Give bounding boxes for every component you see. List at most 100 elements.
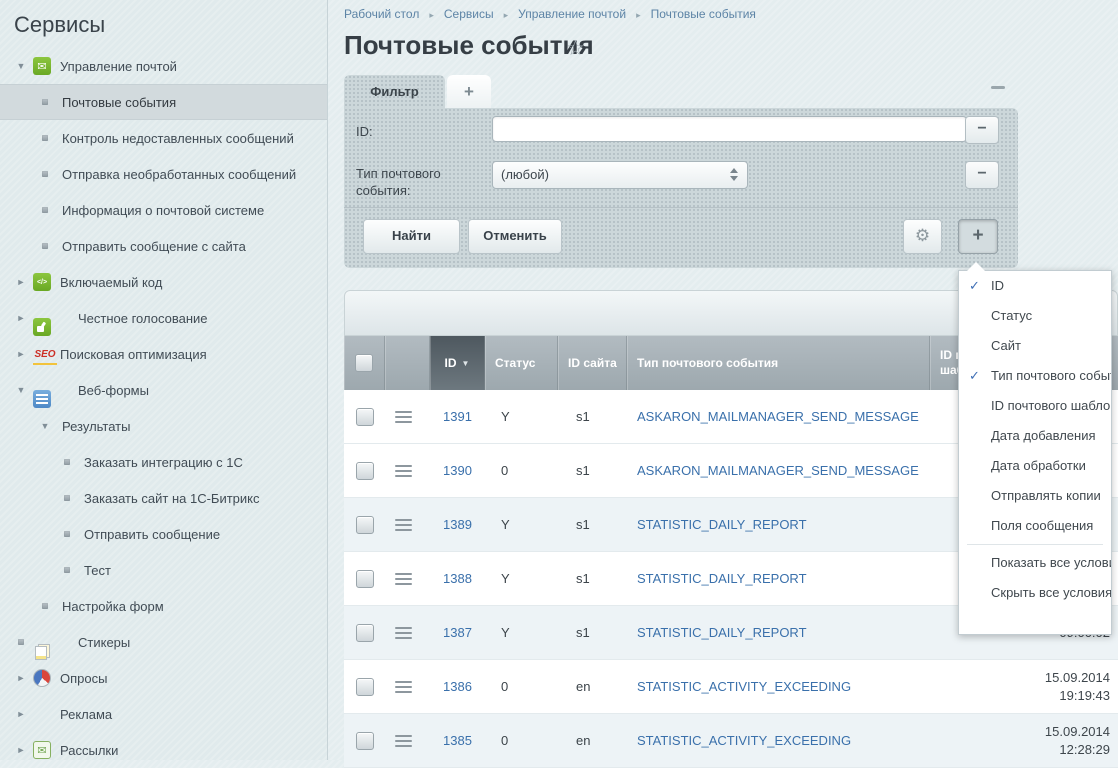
row-checkbox[interactable] — [356, 624, 374, 642]
sidebar-item[interactable]: ▼✉Управление почтой — [0, 48, 327, 84]
dropdown-action-item[interactable]: Показать все условия — [959, 548, 1111, 578]
row-checkbox[interactable] — [356, 678, 374, 696]
row-actions-menu-icon[interactable] — [395, 627, 412, 639]
header-status[interactable]: Статус — [485, 336, 558, 390]
event-id-link[interactable]: 1390 — [443, 463, 472, 478]
sidebar-item[interactable]: Отправить сообщение — [0, 516, 327, 552]
row-actions-menu-icon[interactable] — [395, 573, 412, 585]
sort-desc-icon: ▼ — [462, 359, 470, 368]
sidebar-item[interactable]: ▼Результаты — [0, 408, 327, 444]
dropdown-field-item[interactable]: Сайт — [959, 331, 1111, 361]
flag-icon — [33, 705, 51, 723]
sidebar-item[interactable]: Отправка необработанных сообщений — [0, 156, 327, 192]
expand-arrow-icon[interactable]: ► — [16, 673, 26, 683]
sidebar-item[interactable]: ►SEOПоисковая оптимизация — [0, 336, 327, 372]
event-type-link[interactable]: ASKARON_MAILMANAGER_SEND_MESSAGE — [637, 463, 919, 478]
minimize-filter-icon[interactable] — [991, 86, 1005, 89]
event-id-link[interactable]: 1388 — [443, 571, 472, 586]
dropdown-field-item[interactable]: ✓ Тип почтового события — [959, 361, 1111, 391]
breadcrumb-link[interactable]: Сервисы — [444, 7, 494, 21]
row-checkbox-cell — [344, 660, 385, 713]
dropdown-field-item[interactable]: ✓ID — [959, 271, 1111, 301]
event-type-link[interactable]: STATISTIC_ACTIVITY_EXCEEDING — [637, 733, 851, 748]
cancel-button[interactable]: Отменить — [468, 219, 562, 254]
remove-id-condition-button[interactable]: − — [965, 116, 999, 144]
sidebar-item[interactable]: Настройка форм — [0, 588, 327, 624]
favorite-star-icon[interactable]: ☆ — [566, 36, 585, 61]
header-site-id[interactable]: ID сайта — [558, 336, 627, 390]
dropdown-action-item[interactable]: Скрыть все условия — [959, 578, 1111, 608]
breadcrumb-link[interactable]: Почтовые события — [651, 7, 756, 21]
dropdown-field-item[interactable]: ID почтового шаблона — [959, 391, 1111, 421]
dropdown-field-item[interactable]: Поля сообщения — [959, 511, 1111, 541]
event-type-link[interactable]: STATISTIC_DAILY_REPORT — [637, 625, 807, 640]
row-checkbox[interactable] — [356, 408, 374, 426]
sidebar-item[interactable]: Стикеры — [0, 624, 327, 660]
sidebar-item[interactable]: Контроль недоставленных сообщений — [0, 120, 327, 156]
expand-arrow-icon[interactable]: ► — [16, 313, 26, 323]
breadcrumb-link[interactable]: Управление почтой — [518, 7, 626, 21]
event-type-select[interactable]: (любой) — [492, 161, 748, 189]
dropdown-field-item[interactable]: Статус — [959, 301, 1111, 331]
form-icon — [33, 390, 51, 408]
sidebar-item[interactable]: ▼Веб-формы — [0, 372, 327, 408]
row-actions-menu-icon[interactable] — [395, 465, 412, 477]
id-field-input[interactable] — [492, 116, 967, 142]
event-type-link[interactable]: STATISTIC_ACTIVITY_EXCEEDING — [637, 679, 851, 694]
breadcrumb-link[interactable]: Рабочий стол — [344, 7, 419, 21]
sidebar-item[interactable]: Заказать сайт на 1С-Битрикс — [0, 480, 327, 516]
sidebar-item[interactable]: ►Реклама — [0, 696, 327, 732]
sidebar-item[interactable]: ►Опросы — [0, 660, 327, 696]
row-actions-menu-icon[interactable] — [395, 735, 412, 747]
add-filter-tab[interactable]: + — [447, 75, 491, 108]
row-actions-menu-icon[interactable] — [395, 519, 412, 531]
collapse-arrow-icon[interactable]: ▼ — [16, 385, 26, 395]
event-type-link[interactable]: STATISTIC_DAILY_REPORT — [637, 571, 807, 586]
event-id-link[interactable]: 1389 — [443, 517, 472, 532]
expand-arrow-icon[interactable]: ► — [16, 349, 26, 359]
expand-arrow-icon[interactable]: ► — [16, 277, 26, 287]
check-icon: ✓ — [969, 361, 980, 391]
collapse-arrow-icon[interactable]: ▼ — [16, 61, 26, 71]
header-id[interactable]: ID ▼ — [430, 336, 485, 390]
sidebar-item[interactable]: Отправить сообщение с сайта — [0, 228, 327, 264]
dropdown-field-label: Дата добавления — [991, 428, 1096, 443]
sidebar-item[interactable]: ►✉Рассылки — [0, 732, 327, 768]
sidebar-item[interactable]: ►Честное голосование — [0, 300, 327, 336]
sidebar-item[interactable]: Заказать интеграцию с 1С — [0, 444, 327, 480]
expand-arrow-icon[interactable]: ► — [16, 745, 26, 755]
event-id-link[interactable]: 1391 — [443, 409, 472, 424]
row-checkbox[interactable] — [356, 732, 374, 750]
expand-arrow-icon[interactable]: ► — [16, 709, 26, 719]
remove-type-condition-button[interactable]: − — [965, 161, 999, 189]
filter-settings-gear-icon[interactable]: ⚙ — [903, 219, 942, 254]
dropdown-field-label: ID — [991, 278, 1004, 293]
find-button[interactable]: Найти — [363, 219, 460, 254]
row-menu-cell — [385, 390, 430, 443]
event-type-link[interactable]: ASKARON_MAILMANAGER_SEND_MESSAGE — [637, 409, 919, 424]
dropdown-field-label: Тип почтового события — [991, 368, 1111, 383]
event-id-link[interactable]: 1385 — [443, 733, 472, 748]
add-filter-field-button[interactable]: + — [958, 219, 998, 254]
select-all-checkbox[interactable] — [355, 354, 373, 372]
row-actions-menu-icon[interactable] — [395, 681, 412, 693]
row-id-cell: 1385 — [430, 714, 485, 767]
tab-filter[interactable]: Фильтр — [344, 75, 445, 108]
sidebar-item[interactable]: Информация о почтовой системе — [0, 192, 327, 228]
sidebar-item-selected[interactable]: Почтовые события — [0, 84, 327, 120]
row-actions-menu-icon[interactable] — [395, 411, 412, 423]
header-event-type[interactable]: Тип почтового события — [627, 336, 930, 390]
event-id-link[interactable]: 1387 — [443, 625, 472, 640]
collapse-arrow-icon[interactable]: ▼ — [40, 421, 50, 431]
row-checkbox[interactable] — [356, 516, 374, 534]
sidebar-item[interactable]: ►</>Включаемый код — [0, 264, 327, 300]
dropdown-field-item[interactable]: Дата обработки — [959, 451, 1111, 481]
row-checkbox[interactable] — [356, 462, 374, 480]
table-row: 13860enSTATISTIC_ACTIVITY_EXCEEDING15.09… — [344, 660, 1118, 714]
event-type-link[interactable]: STATISTIC_DAILY_REPORT — [637, 517, 807, 532]
dropdown-field-item[interactable]: Отправлять копии — [959, 481, 1111, 511]
row-checkbox[interactable] — [356, 570, 374, 588]
dropdown-field-item[interactable]: Дата добавления — [959, 421, 1111, 451]
sidebar-item[interactable]: Тест — [0, 552, 327, 588]
event-id-link[interactable]: 1386 — [443, 679, 472, 694]
